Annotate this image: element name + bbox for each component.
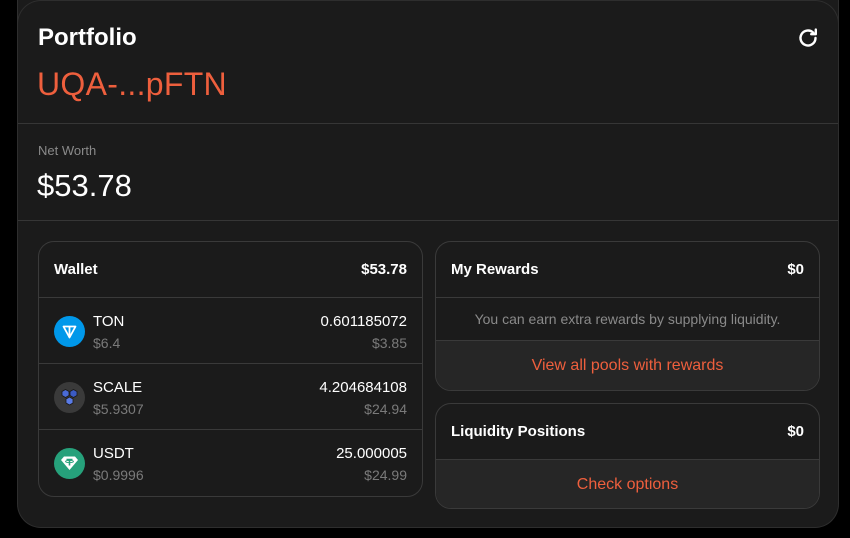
liquidity-value: $0 <box>787 423 804 440</box>
wallet-address[interactable]: UQA-...pFTN <box>37 66 227 103</box>
usdt-icon <box>54 448 85 479</box>
page-title: Portfolio <box>38 24 137 51</box>
view-pools-button[interactable]: View all pools with rewards <box>436 341 819 390</box>
rewards-title: My Rewards <box>451 261 539 278</box>
asset-price: $0.9996 <box>93 467 144 483</box>
portfolio-header: Portfolio UQA-...pFTN <box>18 0 838 124</box>
portfolio-card: Portfolio UQA-...pFTN Net Worth $53.78 W… <box>17 0 839 528</box>
asset-amount: 4.204684108 <box>319 379 407 396</box>
net-worth-section: Net Worth $53.78 <box>18 124 838 221</box>
asset-usd-value: $3.85 <box>371 335 407 351</box>
wallet-panel: Wallet $53.78 TON $6.4 0.601185072 $3.85 <box>38 241 423 497</box>
refresh-icon[interactable] <box>796 26 820 50</box>
net-worth-value: $53.78 <box>37 168 132 203</box>
rewards-message: You can earn extra rewards by supplying … <box>436 298 819 341</box>
asset-amount: 0.601185072 <box>320 313 407 330</box>
net-worth-label: Net Worth <box>38 143 97 158</box>
asset-amount: 25.000005 <box>336 445 407 462</box>
asset-price: $6.4 <box>93 335 121 351</box>
asset-row-usdt[interactable]: USDT $0.9996 25.000005 $24.99 <box>39 430 422 496</box>
wallet-title: Wallet <box>54 261 98 278</box>
asset-row-ton[interactable]: TON $6.4 0.601185072 $3.85 <box>39 298 422 364</box>
liquidity-header: Liquidity Positions $0 <box>436 404 819 460</box>
asset-usd-value: $24.99 <box>364 467 407 483</box>
wallet-total: $53.78 <box>361 261 407 278</box>
check-options-button[interactable]: Check options <box>436 460 819 508</box>
ton-icon <box>54 316 85 347</box>
asset-price: $5.9307 <box>93 401 144 417</box>
rewards-header: My Rewards $0 <box>436 242 819 298</box>
liquidity-panel: Liquidity Positions $0 Check options <box>435 403 820 509</box>
asset-row-scale[interactable]: SCALE $5.9307 4.204684108 $24.94 <box>39 364 422 430</box>
scale-icon <box>54 382 85 413</box>
asset-name: USDT <box>93 445 134 462</box>
asset-name: SCALE <box>93 379 143 396</box>
asset-name: TON <box>93 313 125 330</box>
liquidity-title: Liquidity Positions <box>451 423 586 440</box>
wallet-header: Wallet $53.78 <box>39 242 422 298</box>
rewards-panel: My Rewards $0 You can earn extra rewards… <box>435 241 820 391</box>
rewards-value: $0 <box>787 261 804 278</box>
asset-usd-value: $24.94 <box>364 401 407 417</box>
